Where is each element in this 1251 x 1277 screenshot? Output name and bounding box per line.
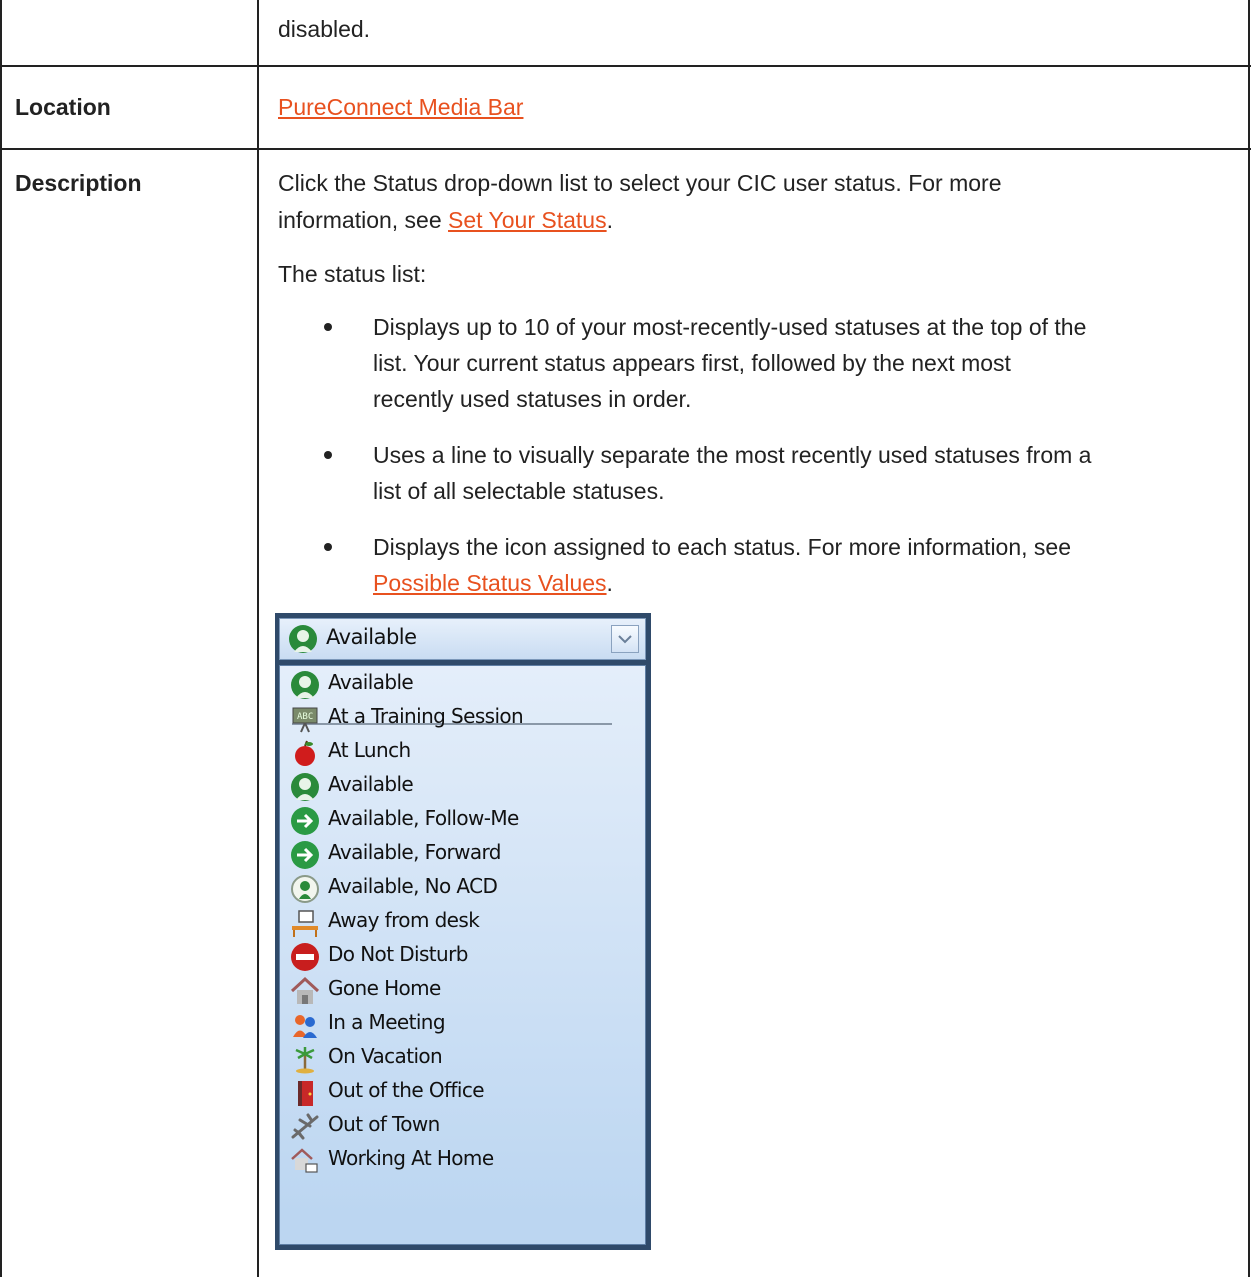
status-combo-box[interactable]: Available [279, 618, 646, 660]
airplane-icon [291, 1113, 319, 1140]
status-list-item[interactable]: Do Not Disturb [286, 940, 626, 974]
do-not-disturb-icon [291, 943, 319, 971]
status-list-item[interactable]: Available, Follow-Me [286, 804, 626, 838]
green-arrow-icon [291, 841, 319, 869]
table-left-border [0, 0, 2, 1277]
location-label: Location [15, 94, 111, 120]
bullet-3-line-1: Displays the icon assigned to each statu… [373, 534, 1072, 560]
status-list-item[interactable]: ABC At a Training Session [286, 702, 626, 736]
table-right-border [1248, 0, 1250, 1277]
available-no-acd-icon [291, 875, 319, 903]
continued-text: disabled. [278, 16, 371, 42]
chevron-down-icon [618, 635, 632, 644]
bullet-1-line-2: list. Your current status appears first,… [373, 350, 1011, 376]
row-divider [0, 148, 1251, 150]
meeting-icon [293, 1015, 317, 1038]
training-icon: ABC [292, 707, 318, 733]
available-person-icon [291, 671, 319, 699]
possible-status-values-link[interactable]: Possible Status Values [373, 570, 607, 596]
apple-icon [295, 740, 315, 766]
status-list-item[interactable]: In a Meeting [286, 1008, 626, 1042]
pureconnect-media-bar-link[interactable]: PureConnect Media Bar [278, 94, 523, 120]
status-list-item[interactable]: Available [286, 668, 626, 702]
status-list-item[interactable]: Out of the Office [286, 1076, 626, 1110]
status-list-item[interactable]: Working At Home [286, 1144, 626, 1178]
status-list-item[interactable]: At Lunch [286, 736, 626, 770]
description-para2: The status list: [278, 261, 427, 287]
set-your-status-link[interactable]: Set Your Status [448, 207, 607, 233]
description-para1-line1: Click the Status drop-down list to selec… [278, 170, 1002, 196]
door-icon [298, 1081, 313, 1106]
bullet-1-line-1: Displays up to 10 of your most-recently-… [373, 314, 1087, 340]
bullet-dot [324, 543, 332, 551]
palm-tree-icon [295, 1047, 315, 1074]
available-person-icon [291, 773, 319, 801]
desk-icon [292, 910, 318, 937]
location-value: PureConnect Media Bar [278, 90, 523, 124]
green-arrow-icon [291, 807, 319, 835]
status-list-item[interactable]: Gone Home [286, 974, 626, 1008]
bullet-dot [324, 451, 332, 459]
table-column-divider [257, 0, 259, 1277]
status-list-item[interactable]: Away from desk [286, 906, 626, 940]
bullet-3-line-2: Possible Status Values. [373, 570, 613, 596]
status-list[interactable]: Available ABC At a Training Session At L… [279, 665, 646, 1245]
description-label: Description [15, 170, 142, 196]
bullet-dot [324, 323, 332, 331]
status-list-item[interactable]: On Vacation [286, 1042, 626, 1076]
home-computer-icon [291, 1148, 318, 1173]
bullet-2-line-2: list of all selectable statuses. [373, 478, 665, 504]
status-combo-selected: Available [326, 625, 417, 649]
bullet-1-line-3: recently used statuses in order. [373, 386, 692, 412]
bullet-2-line-1: Uses a line to visually separate the mos… [373, 442, 1092, 468]
status-dropdown-screenshot: Available Available ABC At a Training Se… [275, 613, 651, 1250]
svg-text:ABC: ABC [297, 712, 313, 722]
row-divider [0, 65, 1251, 67]
description-para1-line2: information, see Set Your Status. [278, 207, 613, 233]
status-list-item[interactable]: Available [286, 770, 626, 804]
status-list-item[interactable]: Available, Forward [286, 838, 626, 872]
status-list-item[interactable]: Available, No ACD [286, 872, 626, 906]
house-icon [290, 976, 320, 1004]
dropdown-button[interactable] [611, 625, 639, 653]
status-list-item[interactable]: Out of Town [286, 1110, 626, 1144]
available-person-icon [289, 625, 317, 653]
